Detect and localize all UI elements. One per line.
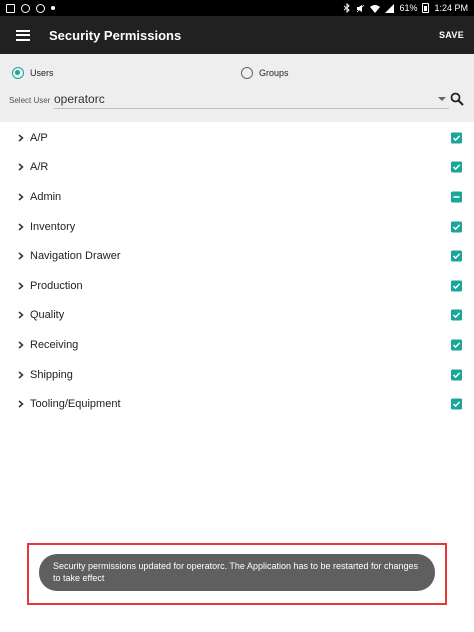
- app-toolbar: Security Permissions SAVE: [0, 16, 474, 54]
- chevron-right-icon: [18, 134, 24, 142]
- status-bar: 61% 1:24 PM: [0, 0, 474, 16]
- list-item-label: A/R: [30, 161, 49, 174]
- wifi-icon: [370, 4, 381, 13]
- chevron-right-icon: [18, 193, 24, 201]
- dot-icon: [51, 6, 55, 10]
- permission-list: A/P A/R Admin Inventory Navigation Drawe…: [0, 123, 474, 419]
- chevron-right-icon: [18, 282, 24, 290]
- list-item-label: Inventory: [30, 220, 76, 233]
- checkbox-checked-icon[interactable]: [451, 161, 462, 173]
- search-icon[interactable]: [450, 92, 464, 106]
- list-item[interactable]: Admin: [0, 182, 474, 212]
- checkbox-checked-icon[interactable]: [451, 132, 462, 144]
- list-item[interactable]: Quality: [0, 301, 474, 331]
- list-item[interactable]: Receiving: [0, 330, 474, 360]
- chevron-right-icon: [18, 370, 24, 379]
- list-item-label: Receiving: [30, 338, 79, 351]
- list-item-label: A/P: [30, 131, 48, 144]
- checkbox-checked-icon[interactable]: [451, 309, 462, 321]
- checkbox-checked-icon[interactable]: [451, 339, 462, 351]
- dropdown-arrow-icon: [438, 97, 446, 101]
- checkbox-indeterminate-icon[interactable]: [451, 191, 462, 203]
- list-item-label: Shipping: [30, 368, 73, 381]
- checkbox-checked-icon[interactable]: [451, 280, 462, 292]
- users-radio[interactable]: Users: [12, 67, 54, 79]
- filter-panel: Users Groups Select User operatorc: [0, 54, 474, 122]
- list-item[interactable]: Tooling/Equipment: [0, 389, 474, 419]
- select-user-label: Select User: [9, 96, 51, 105]
- list-item[interactable]: A/R: [0, 153, 474, 183]
- page-title: Security Permissions: [49, 27, 182, 43]
- list-item[interactable]: Inventory: [0, 212, 474, 242]
- image-icon: [6, 3, 15, 13]
- list-item[interactable]: A/P: [0, 123, 474, 153]
- hamburger-menu-icon[interactable]: [16, 29, 30, 41]
- groups-radio[interactable]: Groups: [241, 67, 289, 79]
- save-button[interactable]: SAVE: [439, 30, 464, 40]
- list-item-label: Tooling/Equipment: [30, 398, 121, 411]
- location-icon: [36, 3, 45, 13]
- list-item-label: Quality: [30, 309, 65, 322]
- chevron-right-icon: [18, 341, 24, 349]
- radio-selected-icon: [12, 67, 24, 79]
- list-item-label: Admin: [30, 190, 62, 203]
- battery-icon: [422, 3, 430, 13]
- toast-message: Security permissions updated for operato…: [39, 554, 435, 591]
- checkbox-checked-icon[interactable]: [451, 398, 462, 410]
- battery-percent: 61%: [399, 3, 418, 13]
- select-user-dropdown[interactable]: operatorc: [54, 91, 449, 109]
- user-group-radio-group: Users Groups: [12, 67, 474, 81]
- list-item-label: Production: [30, 279, 83, 292]
- sync-icon: [21, 3, 30, 13]
- groups-radio-label: Groups: [259, 68, 289, 78]
- chevron-right-icon: [18, 223, 24, 231]
- chevron-right-icon: [18, 311, 24, 319]
- mute-icon: [357, 4, 365, 12]
- list-item[interactable]: Navigation Drawer: [0, 241, 474, 271]
- chevron-right-icon: [18, 252, 24, 260]
- chevron-right-icon: [18, 163, 24, 171]
- checkbox-checked-icon[interactable]: [451, 250, 462, 262]
- list-item[interactable]: Production: [0, 271, 474, 301]
- select-user-value: operatorc: [54, 92, 105, 106]
- users-radio-label: Users: [30, 68, 54, 78]
- list-item[interactable]: Shipping: [0, 360, 474, 390]
- radio-unselected-icon: [241, 67, 253, 79]
- select-user-row: Select User operatorc: [9, 91, 474, 111]
- bluetooth-icon: [344, 3, 351, 13]
- checkbox-checked-icon[interactable]: [451, 221, 462, 233]
- chevron-right-icon: [18, 400, 24, 408]
- clock: 1:24 PM: [434, 3, 468, 13]
- list-item-label: Navigation Drawer: [30, 250, 121, 263]
- signal-icon: [385, 3, 395, 13]
- checkbox-checked-icon[interactable]: [451, 369, 462, 381]
